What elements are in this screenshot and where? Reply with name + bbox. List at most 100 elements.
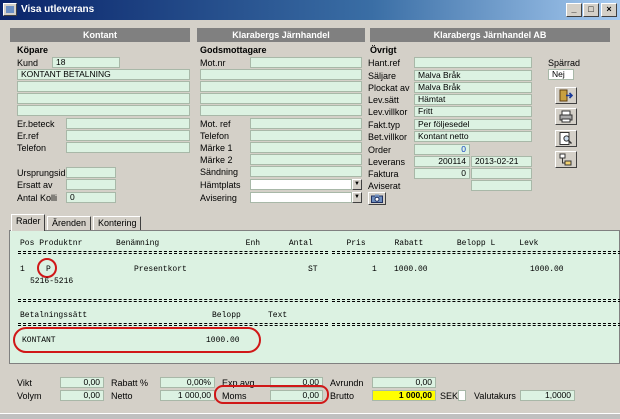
row-benamning: Presentkort — [134, 265, 187, 274]
erref-field[interactable] — [66, 130, 190, 141]
kopare-name-field[interactable]: KONTANT BETALNING — [17, 69, 190, 80]
levsatt-field[interactable]: Hämtat — [414, 94, 532, 105]
telefon-field[interactable] — [66, 142, 190, 153]
print-button[interactable] — [555, 108, 577, 125]
marke1-field[interactable] — [250, 142, 362, 153]
vikt-label: Vikt — [17, 378, 32, 388]
aviserat-field[interactable] — [471, 180, 532, 191]
kund-field[interactable]: 18 — [52, 57, 120, 68]
preview-button[interactable] — [555, 130, 577, 147]
erbeteck-field[interactable] — [66, 118, 190, 129]
saljare-label: Säljare — [368, 71, 397, 81]
valutakurs-field[interactable]: 1,0000 — [520, 390, 575, 401]
rabatt-label: Rabatt % — [111, 378, 149, 388]
rows-separator-left — [18, 251, 328, 254]
godsmottagare-title: Godsmottagare — [200, 45, 267, 55]
currency-box[interactable] — [458, 390, 466, 401]
kolli-field[interactable]: 0 — [66, 192, 116, 203]
hamtplats-select[interactable] — [250, 179, 352, 190]
leverans-date-field[interactable]: 2013-02-21 — [471, 156, 532, 167]
kopare-address-2[interactable] — [17, 93, 190, 104]
maximize-button[interactable]: □ — [583, 3, 599, 17]
exit-button[interactable] — [555, 87, 577, 104]
currency-label: SEK — [440, 391, 459, 401]
telefon-label: Telefon — [17, 143, 47, 153]
faktura-label: Faktura — [368, 169, 399, 179]
payment-separator-2-right — [332, 323, 620, 326]
sandning-field[interactable] — [250, 166, 362, 177]
mot-address-4[interactable] — [200, 105, 362, 116]
fakttyp-label: Fakt.typ — [368, 120, 401, 130]
annotation-circle-produktnr — [37, 258, 57, 278]
avisering-dropdown-icon[interactable]: ▼ — [352, 192, 362, 203]
order-field[interactable]: 0 — [414, 144, 470, 155]
tree-button[interactable] — [555, 151, 577, 168]
row-pos: 1 — [20, 265, 25, 274]
header-kontant: Kontant — [10, 28, 190, 42]
rows-panel: Pos Produktnr Benämning Enh Antal Pris R… — [9, 230, 620, 364]
motref-field[interactable] — [250, 118, 362, 129]
saljare-field[interactable]: Malva Bråk — [414, 70, 532, 81]
camera-icon — [371, 194, 383, 203]
tab-arenden[interactable]: Ärenden — [47, 216, 91, 230]
rabatt-field[interactable]: 0,00% — [160, 377, 215, 388]
kolli-label: Antal Kolli — [17, 193, 58, 203]
brutto-field[interactable]: 1 000,00 — [372, 390, 436, 401]
volym-field[interactable]: 0,00 — [60, 390, 104, 401]
camera-button[interactable] — [368, 192, 386, 205]
avisering-select[interactable] — [250, 192, 352, 203]
plockat-field[interactable]: Malva Bråk — [414, 82, 532, 93]
tab-rader[interactable]: Rader — [11, 214, 45, 231]
tab-kontering[interactable]: Kontering — [93, 216, 141, 230]
avisering-label: Avisering — [200, 193, 237, 203]
payment-header-method: Betalningssätt — [20, 311, 88, 320]
avrundn-field[interactable]: 0,00 — [372, 377, 436, 388]
payment-separator-2-left — [18, 323, 328, 326]
hierarchy-icon — [559, 153, 572, 166]
aviserat-label: Aviserat — [368, 181, 401, 191]
kopare-address-3[interactable] — [17, 105, 190, 116]
fakttyp-field[interactable]: Per följesedel — [414, 119, 532, 130]
mot-address-2[interactable] — [200, 81, 362, 92]
rows-separator-right — [332, 251, 620, 254]
ursprungsid-field[interactable] — [66, 167, 116, 178]
vikt-field[interactable]: 0,00 — [60, 377, 104, 388]
hantref-field[interactable] — [414, 57, 532, 68]
annotation-circle-payment — [13, 327, 261, 353]
volym-label: Volym — [17, 391, 42, 401]
faktura-extra-field[interactable] — [471, 168, 532, 179]
avrundn-label: Avrundn — [330, 378, 364, 388]
hamtplats-dropdown-icon[interactable]: ▼ — [352, 179, 362, 190]
minimize-button[interactable]: _ — [566, 3, 582, 17]
ersatt-field[interactable] — [66, 179, 116, 190]
mot-address-3[interactable] — [200, 93, 362, 104]
ovrigt-title: Övrigt — [370, 45, 397, 55]
header-company: Klarabergs Järnhandel AB — [370, 28, 610, 42]
bottom-scrollbar[interactable] — [0, 413, 620, 419]
mot-telefon-field[interactable] — [250, 130, 362, 141]
close-button[interactable]: × — [601, 3, 617, 17]
mot-address-1[interactable] — [200, 69, 362, 80]
marke2-field[interactable] — [250, 154, 362, 165]
betvillkor-field[interactable]: Kontant netto — [414, 131, 532, 142]
marke1-label: Märke 1 — [200, 143, 233, 153]
erref-label: Er.ref — [17, 131, 39, 141]
payment-header-text: Text — [268, 311, 288, 320]
kopare-address-1[interactable] — [17, 81, 190, 92]
payment-separator-right — [332, 299, 620, 302]
sparrad-field[interactable]: Nej — [548, 69, 574, 80]
header-customer: Klarabergs Järnhandel — [197, 28, 365, 42]
row-subtext: 5216-5216 — [30, 277, 74, 286]
betvillkor-label: Bet.villkor — [368, 132, 408, 142]
ersatt-label: Ersatt av — [17, 180, 53, 190]
motref-label: Mot. ref — [200, 119, 231, 129]
levvillkor-field[interactable]: Fritt — [414, 106, 532, 117]
payment-separator-left — [18, 299, 328, 302]
motnr-field[interactable] — [250, 57, 362, 68]
faktura-field[interactable]: 0 — [414, 168, 470, 179]
window-title: Visa utleverans — [21, 4, 95, 15]
sandning-label: Sändning — [200, 167, 239, 177]
leverans-nr-field[interactable]: 200114 — [414, 156, 470, 167]
rows-header: Pos Produktnr Benämning Enh Antal Pris R… — [20, 239, 539, 248]
netto-field[interactable]: 1 000,00 — [160, 390, 215, 401]
